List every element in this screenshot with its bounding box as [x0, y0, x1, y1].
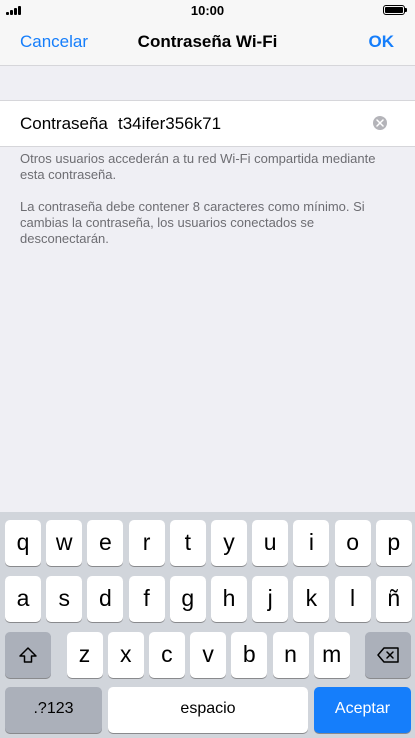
- key-k[interactable]: k: [293, 576, 330, 622]
- key-t[interactable]: t: [169, 520, 206, 566]
- numbers-key[interactable]: .?123: [5, 687, 102, 733]
- key-x[interactable]: x: [107, 632, 144, 678]
- info-note-sharing: Otros usuarios accederán a tu red Wi-Fi …: [20, 151, 376, 182]
- key-w[interactable]: w: [46, 520, 83, 566]
- accept-key[interactable]: Aceptar: [314, 687, 411, 733]
- key-n[interactable]: n: [272, 632, 309, 678]
- space-key[interactable]: espacio: [108, 687, 308, 733]
- key-ñ[interactable]: ñ: [375, 576, 412, 622]
- key-i[interactable]: i: [293, 520, 330, 566]
- key-a[interactable]: a: [5, 576, 41, 622]
- key-h[interactable]: h: [211, 576, 247, 622]
- key-r[interactable]: r: [128, 520, 165, 566]
- ok-button[interactable]: OK: [369, 32, 395, 52]
- key-q[interactable]: q: [5, 520, 41, 566]
- key-z[interactable]: z: [66, 632, 103, 678]
- navigation-bar: Cancelar Contraseña Wi-Fi OK: [0, 20, 415, 66]
- password-input[interactable]: t34ifer356k71: [118, 114, 221, 134]
- password-label: Contraseña: [20, 114, 108, 133]
- key-d[interactable]: d: [87, 576, 124, 622]
- info-note-requirements: La contraseña debe contener 8 caracteres…: [20, 199, 365, 246]
- key-y[interactable]: y: [211, 520, 247, 566]
- key-j[interactable]: j: [252, 576, 289, 622]
- status-bar: 10:00: [0, 0, 415, 20]
- key-s[interactable]: s: [46, 576, 83, 622]
- page-title: Contraseña Wi-Fi: [137, 32, 278, 51]
- status-time: 10:00: [190, 3, 225, 18]
- key-m[interactable]: m: [313, 632, 350, 678]
- key-o[interactable]: o: [334, 520, 371, 566]
- clear-icon[interactable]: [373, 116, 387, 130]
- key-f[interactable]: f: [128, 576, 165, 622]
- key-v[interactable]: v: [190, 632, 227, 678]
- password-field[interactable]: Contraseña t34ifer356k71: [0, 100, 415, 147]
- key-g[interactable]: g: [169, 576, 206, 622]
- battery-icon: [383, 5, 407, 15]
- delete-key[interactable]: [365, 632, 411, 678]
- key-e[interactable]: e: [87, 520, 124, 566]
- key-p[interactable]: p: [375, 520, 412, 566]
- key-b[interactable]: b: [231, 632, 268, 678]
- key-l[interactable]: l: [334, 576, 371, 622]
- keyboard: qwertyuiop asdfghjklñ zxcvbnm .?123 espa…: [0, 512, 415, 738]
- key-c[interactable]: c: [148, 632, 185, 678]
- key-u[interactable]: u: [252, 520, 289, 566]
- shift-key[interactable]: [5, 632, 51, 678]
